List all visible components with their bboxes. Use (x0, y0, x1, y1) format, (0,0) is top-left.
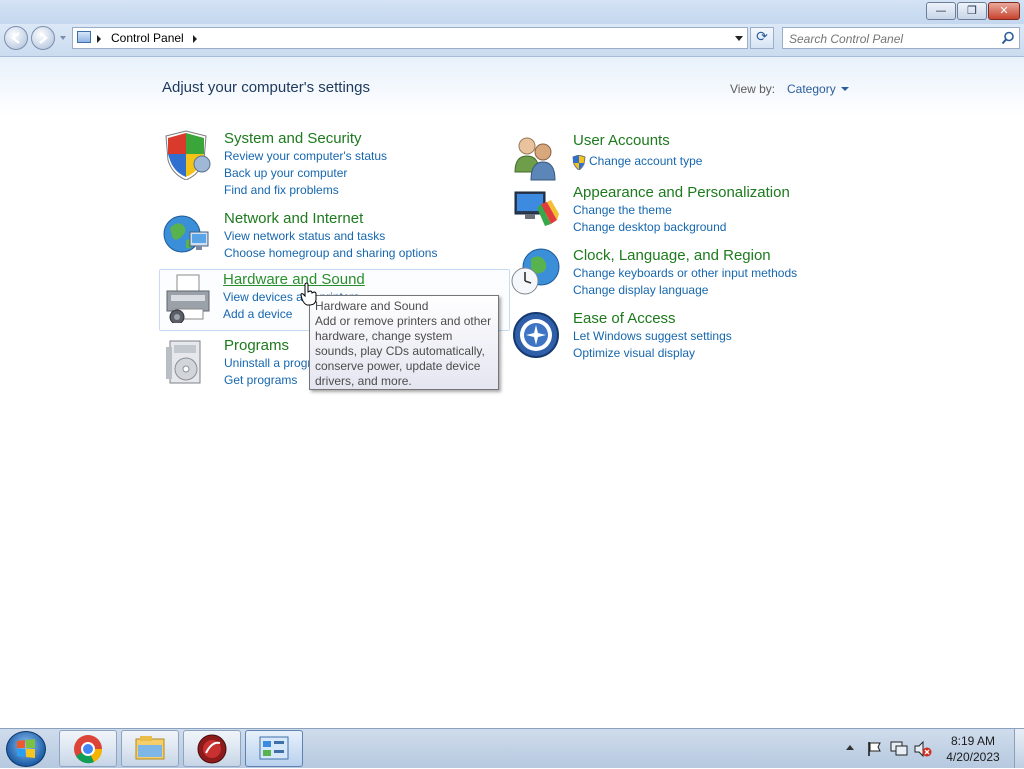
link-change-display-language[interactable]: Change display language (573, 283, 708, 297)
restore-button[interactable]: ❐ (957, 2, 987, 20)
breadcrumb-arrow-icon[interactable] (97, 35, 101, 43)
tooltip: Hardware and Sound Add or remove printer… (309, 295, 499, 390)
show-desktop-button[interactable] (1014, 729, 1024, 768)
close-button[interactable]: ✕ (988, 2, 1020, 20)
monitor-paint-icon (514, 191, 559, 226)
programs-icon (166, 340, 201, 384)
uac-shield-icon (572, 155, 586, 170)
category-user-accounts: User Accounts Change account type (511, 132, 859, 181)
link-change-theme[interactable]: Change the theme (573, 203, 672, 217)
link-optimize-visual-display[interactable]: Optimize visual display (573, 346, 695, 360)
link-add-device[interactable]: Add a device (223, 307, 292, 321)
category-clock-language-region: Clock, Language, and Region Change keybo… (511, 247, 859, 297)
action-center-flag-icon[interactable] (866, 741, 882, 757)
printer-icon (166, 274, 210, 323)
category-network-and-internet: Network and Internet View network status… (162, 210, 510, 260)
link-change-background[interactable]: Change desktop background (573, 220, 726, 234)
hand-cursor-icon (300, 282, 317, 306)
taskbar-chrome[interactable] (59, 730, 117, 767)
link-get-programs[interactable]: Get programs (224, 373, 297, 387)
taskbar-explorer[interactable] (121, 730, 179, 767)
globe-clock-icon (511, 248, 560, 295)
search-icon[interactable] (1001, 31, 1015, 45)
system-clock[interactable]: 8:19 AM 4/20/2023 (938, 733, 1008, 765)
link-windows-suggest-settings[interactable]: Let Windows suggest settings (573, 329, 732, 343)
page-title: Adjust your computer's settings (162, 79, 370, 96)
title-bar: — ❐ ✕ (0, 0, 1024, 26)
control-panel-content: Adjust your computer's settings View by:… (0, 57, 1024, 727)
address-bar[interactable]: Control Panel (72, 27, 748, 49)
view-by-dropdown[interactable]: Category (787, 82, 836, 96)
category-title[interactable]: Clock, Language, and Region (573, 247, 771, 264)
breadcrumb-arrow-icon[interactable] (193, 35, 197, 43)
taskbar-media[interactable] (183, 730, 241, 767)
breadcrumb-control-panel[interactable]: Control Panel (111, 31, 184, 45)
volume-muted-icon[interactable] (914, 741, 932, 757)
minimize-icon: — (935, 4, 947, 17)
taskbar-control-panel[interactable] (245, 730, 303, 767)
windows-logo-icon (17, 739, 35, 758)
link-find-fix-problems[interactable]: Find and fix problems (224, 183, 339, 197)
category-title[interactable]: Ease of Access (573, 310, 676, 327)
recent-pages-dropdown[interactable] (60, 36, 66, 40)
category-title[interactable]: Appearance and Personalization (573, 184, 790, 201)
network-globe-icon (163, 215, 209, 253)
restore-icon: ❐ (967, 4, 977, 17)
taskbar: 8:19 AM 4/20/2023 (0, 728, 1024, 768)
explorer-icon (135, 736, 165, 760)
control-panel-icon (77, 31, 91, 43)
category-title[interactable]: System and Security (224, 130, 362, 147)
link-review-status[interactable]: Review your computer's status (224, 149, 387, 163)
control-panel-icon (259, 736, 289, 760)
network-icon[interactable] (890, 741, 908, 757)
clock-time: 8:19 AM (950, 734, 996, 748)
category-ease-of-access: Ease of Access Let Windows suggest setti… (511, 310, 859, 360)
chevron-down-icon[interactable] (841, 87, 849, 91)
refresh-button[interactable]: ⟳ (750, 27, 774, 49)
category-title[interactable]: User Accounts (573, 132, 670, 149)
link-change-account-type[interactable]: Change account type (589, 154, 702, 168)
back-button[interactable] (4, 26, 28, 50)
category-title[interactable]: Programs (224, 337, 289, 354)
close-icon: ✕ (999, 4, 1009, 17)
search-input[interactable] (787, 30, 1001, 48)
link-homegroup-sharing[interactable]: Choose homegroup and sharing options (224, 246, 437, 260)
tooltip-title: Hardware and Sound (315, 299, 429, 313)
ease-of-access-icon (513, 312, 559, 358)
minimize-button[interactable]: — (926, 2, 956, 20)
search-box[interactable] (782, 27, 1020, 49)
users-icon (514, 137, 556, 181)
category-system-and-security: System and Security Review your computer… (162, 130, 510, 197)
media-icon (197, 734, 227, 764)
category-title[interactable]: Hardware and Sound (223, 271, 365, 288)
view-by-label: View by: (730, 82, 776, 96)
address-dropdown-icon[interactable] (735, 36, 743, 41)
shield-icon (165, 130, 211, 180)
back-arrow-icon (11, 32, 20, 44)
forward-arrow-icon (39, 32, 48, 44)
start-button[interactable] (6, 731, 46, 767)
show-hidden-icons-icon[interactable] (846, 745, 854, 750)
link-change-keyboards[interactable]: Change keyboards or other input methods (573, 266, 797, 280)
refresh-icon: ⟳ (756, 29, 768, 45)
link-network-status[interactable]: View network status and tasks (224, 229, 385, 243)
link-back-up[interactable]: Back up your computer (224, 166, 347, 180)
category-appearance: Appearance and Personalization Change th… (511, 184, 859, 234)
navigation-bar: Control Panel ⟳ (0, 24, 1024, 57)
forward-button[interactable] (31, 26, 55, 50)
clock-date: 4/20/2023 (946, 750, 1000, 764)
category-title[interactable]: Network and Internet (224, 210, 363, 227)
tooltip-body: Add or remove printers and other hardwar… (315, 314, 492, 388)
chrome-icon (74, 735, 103, 764)
